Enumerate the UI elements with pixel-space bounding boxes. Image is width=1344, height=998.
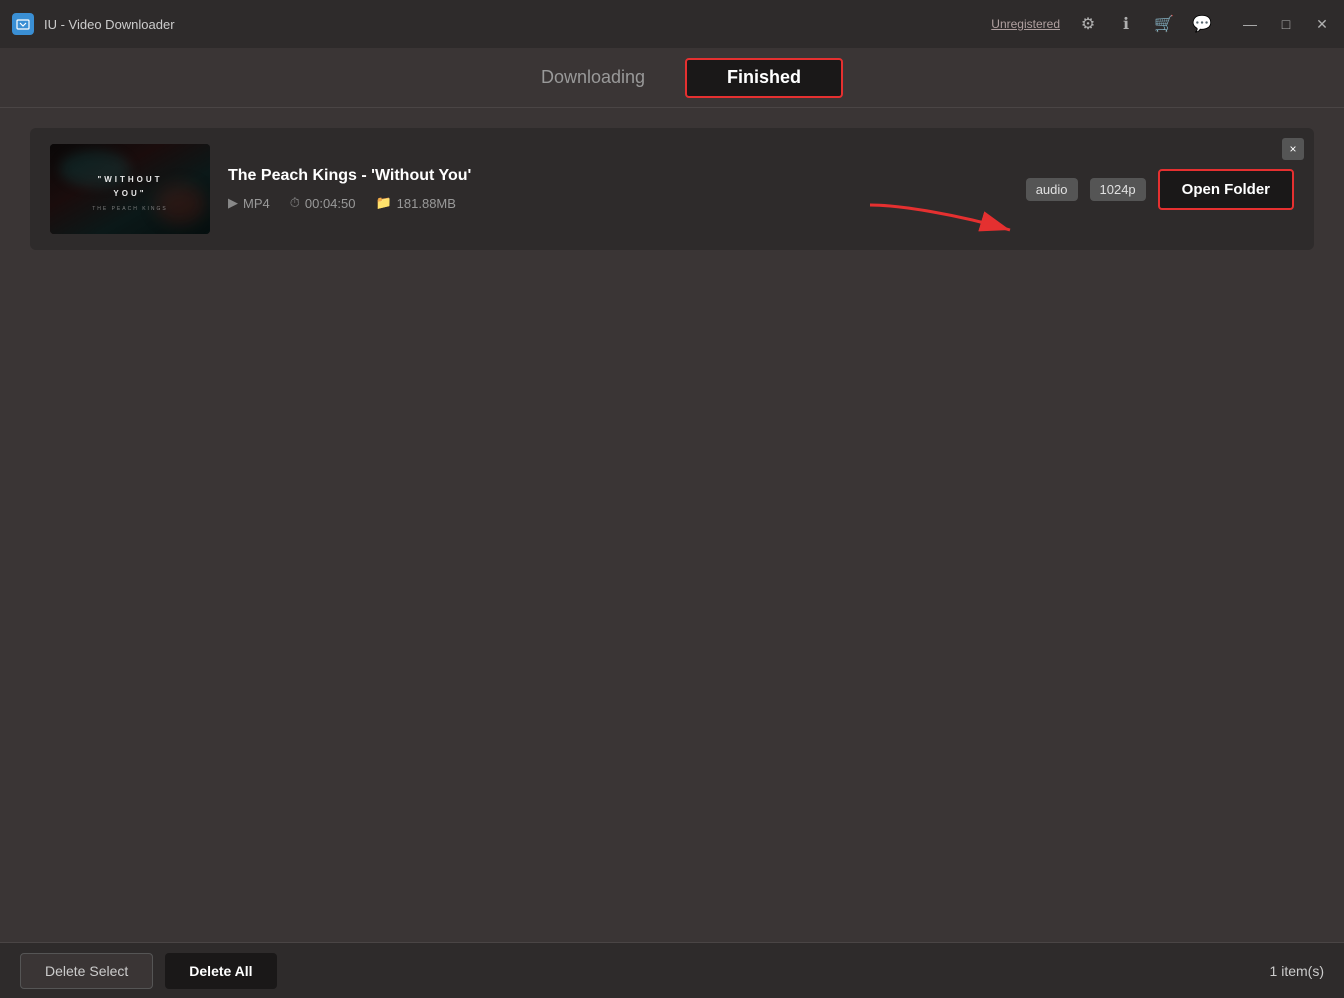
video-thumbnail: "WITHOUT YOU" THE PEACH KINGS [50, 144, 210, 234]
card-actions: audio 1024p Open Folder [1026, 169, 1294, 210]
svg-text:THE PEACH KINGS: THE PEACH KINGS [92, 206, 168, 212]
settings-icon[interactable]: ⚙ [1078, 14, 1098, 34]
delete-all-button[interactable]: Delete All [165, 953, 276, 989]
item-count: 1 item(s) [1270, 963, 1324, 979]
folder-icon: 📁 [375, 195, 391, 211]
app-title: IU - Video Downloader [44, 17, 175, 32]
info-icon[interactable]: ℹ [1116, 14, 1136, 34]
cart-icon[interactable]: 🛒 [1154, 14, 1174, 34]
delete-select-button[interactable]: Delete Select [20, 953, 153, 989]
titlebar: IU - Video Downloader Unregistered ⚙ ℹ 🛒… [0, 0, 1344, 48]
open-folder-button[interactable]: Open Folder [1158, 169, 1294, 210]
maximize-button[interactable]: □ [1276, 16, 1296, 32]
tab-downloading[interactable]: Downloading [501, 58, 685, 98]
download-card: "WITHOUT YOU" THE PEACH KINGS The Peach … [30, 128, 1314, 250]
clock-icon: ⏱ [290, 195, 300, 211]
svg-text:YOU": YOU" [113, 189, 146, 198]
minimize-button[interactable]: — [1240, 16, 1260, 32]
card-info: The Peach Kings - 'Without You' ▶ MP4 ⏱ … [228, 167, 1008, 211]
bottom-left: Delete Select Delete All [20, 953, 277, 989]
titlebar-right: Unregistered ⚙ ℹ 🛒 💬 — □ ✕ [991, 14, 1332, 34]
tabbar: Downloading Finished [0, 48, 1344, 108]
meta-duration: ⏱ 00:04:50 [290, 195, 356, 211]
meta-size: 📁 181.88MB [375, 195, 455, 211]
close-button[interactable]: ✕ [1312, 16, 1332, 33]
unregistered-link[interactable]: Unregistered [991, 17, 1060, 31]
svg-text:"WITHOUT: "WITHOUT [97, 175, 162, 184]
window-controls: — □ ✕ [1240, 16, 1332, 33]
titlebar-left: IU - Video Downloader [12, 13, 175, 35]
format-icon: ▶ [228, 195, 238, 211]
app-icon [12, 13, 34, 35]
video-meta: ▶ MP4 ⏱ 00:04:50 📁 181.88MB [228, 195, 1008, 211]
video-title: The Peach Kings - 'Without You' [228, 167, 1008, 185]
main-content: "WITHOUT YOU" THE PEACH KINGS The Peach … [0, 108, 1344, 942]
audio-badge: audio [1026, 178, 1078, 201]
tab-finished[interactable]: Finished [685, 58, 843, 98]
close-card-button[interactable]: × [1282, 138, 1304, 160]
bottombar: Delete Select Delete All 1 item(s) [0, 942, 1344, 998]
quality-badge: 1024p [1090, 178, 1146, 201]
meta-format: ▶ MP4 [228, 195, 270, 211]
chat-icon[interactable]: 💬 [1192, 14, 1212, 34]
